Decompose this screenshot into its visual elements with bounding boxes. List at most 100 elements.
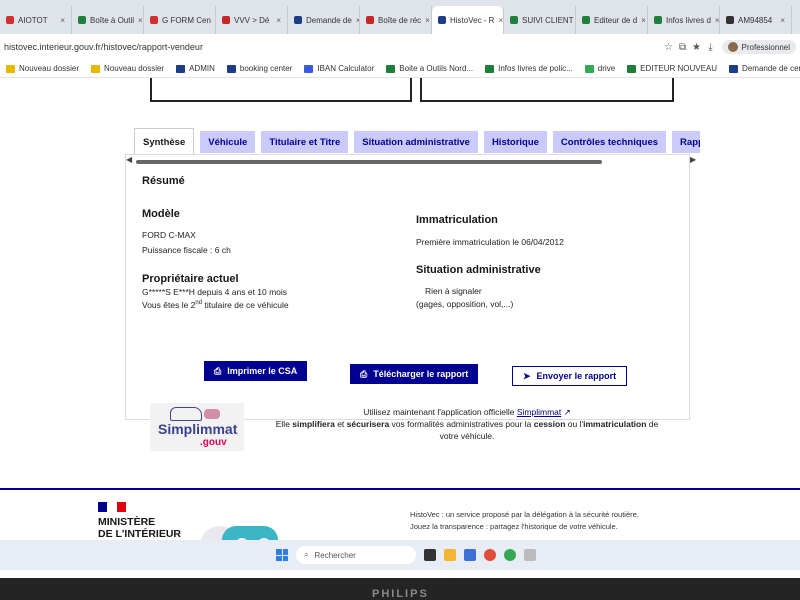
bookmark-icon: [6, 64, 15, 73]
close-tab-icon[interactable]: ×: [498, 16, 503, 25]
browser-tab[interactable]: SUIVI CLIENT×: [504, 6, 576, 34]
task-view-icon[interactable]: [424, 549, 436, 561]
address-bar: histovec.interieur.gouv.fr/histovec/rapp…: [0, 34, 800, 60]
scroll-right-icon[interactable]: ▶: [690, 155, 696, 164]
close-tab-icon[interactable]: ×: [276, 16, 281, 25]
simplimmat-link[interactable]: Simplimmat: [517, 407, 561, 417]
bookmark-icon: [584, 64, 594, 73]
download-report-button[interactable]: ⎙ Télécharger le rapport: [350, 364, 479, 384]
scroll-track[interactable]: [136, 160, 602, 164]
first-registration: Première immatriculation le 06/04/2012: [416, 237, 564, 247]
bookmark-label: Infos livres de polic...: [498, 64, 573, 73]
file-explorer-icon[interactable]: [444, 549, 456, 561]
admin-status-details: (gages, opposition, vol,...): [416, 299, 514, 309]
l2h: immatriculation: [583, 419, 647, 429]
windows-start-icon[interactable]: [276, 549, 288, 561]
bookmark-label: Demande de certific...: [742, 64, 800, 73]
chrome-icon[interactable]: [484, 549, 496, 561]
browser-tab[interactable]: VVV > Dé ×: [216, 6, 288, 34]
bookmark-item[interactable]: IBAN Calculator: [304, 64, 374, 73]
tabs-scrollbar[interactable]: ◀ ▶: [124, 155, 696, 166]
tab-favicon-icon: [582, 16, 590, 24]
top-box-right: [420, 78, 674, 102]
l2g: ou l': [565, 419, 584, 429]
close-tab-icon[interactable]: ×: [715, 16, 719, 25]
registration-heading: Immatriculation: [416, 214, 498, 226]
browser-tab[interactable]: Boîte de réc ×: [360, 6, 432, 34]
close-tab-icon[interactable]: ×: [425, 16, 430, 25]
bookmark-item[interactable]: Demande de certific...: [729, 64, 800, 73]
download-icon[interactable]: ⤓: [704, 42, 718, 53]
external-link-icon[interactable]: ↗: [564, 407, 571, 417]
bookmark-label: drive: [597, 64, 616, 73]
tab-favicon-icon: [6, 16, 14, 24]
browser-tab-label: SUIVI CLIENT: [522, 15, 574, 25]
bookmark-item[interactable]: Nouveau dossier: [6, 64, 79, 73]
browser-tab[interactable]: Boîte à Outil ×: [72, 6, 144, 34]
close-tab-icon[interactable]: ×: [780, 16, 785, 25]
url-field[interactable]: histovec.interieur.gouv.fr/histovec/rapp…: [4, 42, 662, 52]
simplimmat-logo[interactable]: Simplimmat .gouv: [150, 403, 244, 451]
bookmark-item[interactable]: Boite a Outils Nord...: [386, 64, 473, 73]
bookmark-item[interactable]: booking center: [226, 64, 292, 73]
l2a: Elle: [275, 419, 293, 429]
bookmark-icon: [386, 64, 396, 73]
marianne-flag-icon: [98, 502, 126, 512]
tab-favicon-icon: [150, 16, 158, 24]
avatar: [727, 42, 738, 52]
report-tab[interactable]: Historique: [483, 131, 547, 153]
l2e: vos formalités administratives pour la: [389, 419, 534, 429]
bookmark-label: Nouveau dossier: [19, 64, 80, 73]
browser-tab[interactable]: Infos livres d ×: [648, 6, 720, 34]
report-tab[interactable]: Rappels constructeur: [672, 131, 700, 153]
chrome-profile-icon[interactable]: [504, 549, 516, 561]
scroll-left-icon[interactable]: ◀: [126, 155, 132, 164]
browser-tab[interactable]: Demande de×: [288, 6, 360, 34]
star-icon[interactable]: ☆: [662, 42, 676, 53]
simplimmat-line1: Utilisez maintenant l'application offici…: [262, 406, 672, 418]
bookmark-item[interactable]: Nouveau dossier: [91, 64, 164, 73]
report-tab[interactable]: Véhicule: [200, 131, 256, 153]
bookmark-icon: [176, 64, 186, 73]
profile-button[interactable]: Professionnel: [721, 40, 796, 54]
bookmark-item[interactable]: Infos livres de polic...: [485, 64, 573, 73]
screen: AIOTOT×Boîte à Outil×G FORM Cen×VVV > Dé…: [0, 0, 800, 578]
simplimmat-logo-text: Simplimmat: [158, 421, 238, 437]
send-report-button[interactable]: ➤ Envoyer le rapport: [512, 366, 628, 386]
browser-tab[interactable]: Editeur de d ×: [576, 6, 648, 34]
report-tab[interactable]: Contrôles techniques: [552, 131, 667, 153]
favorites-icon[interactable]: ★: [690, 42, 704, 53]
bookmarks-bar: Nouveau dossier Nouveau dossier ADMIN booki…: [0, 60, 800, 78]
owner-rank-pre: Vous êtes le 2: [142, 300, 196, 310]
bookmark-item[interactable]: EDITEUR NOUVEAU: [627, 64, 717, 73]
print-csa-button[interactable]: ⎙ Imprimer le CSA: [204, 361, 308, 381]
summary-title: Résumé: [142, 175, 185, 187]
browser-tab-label: Demande de: [306, 15, 352, 25]
bookmark-label: EDITEUR NOUVEAU: [640, 64, 718, 73]
footer-line2: Jouez la transparence : partagez l'histo…: [410, 522, 618, 531]
browser-tab-bar: AIOTOT×Boîte à Outil×G FORM Cen×VVV > Dé…: [0, 0, 800, 34]
send-icon: ➤: [523, 370, 531, 381]
browser-tab[interactable]: AM94854 ×: [720, 6, 792, 34]
close-tab-icon[interactable]: ×: [641, 16, 646, 25]
browser-tab-label: G FORM Cen: [162, 15, 211, 25]
close-tab-icon[interactable]: ×: [138, 16, 143, 25]
l2d: sécurisera: [346, 419, 390, 429]
simplimmat-info: Utilisez maintenant l'application offici…: [262, 406, 672, 442]
outlook-icon[interactable]: [464, 549, 476, 561]
browser-tab[interactable]: HistoVec - R ×: [432, 6, 504, 34]
report-tab[interactable]: Synthèse: [134, 128, 195, 154]
report-tab[interactable]: Situation administrative: [354, 131, 478, 153]
bookmark-item[interactable]: ADMIN: [176, 64, 215, 73]
close-tab-icon[interactable]: ×: [60, 16, 65, 25]
app-icon[interactable]: [524, 549, 536, 561]
tab-favicon-icon: [78, 16, 86, 24]
browser-tab[interactable]: G FORM Cen×: [144, 6, 216, 34]
report-tab[interactable]: Titulaire et Titre: [261, 131, 349, 153]
bookmark-item[interactable]: drive: [584, 64, 616, 73]
taskbar-search[interactable]: ⌕ Rechercher: [296, 546, 416, 564]
footer-line1: HistoVec : un service proposé par la dél…: [410, 510, 639, 519]
browser-tab[interactable]: AIOTOT ×: [0, 6, 72, 34]
extensions-icon[interactable]: ⧉: [676, 42, 690, 53]
top-box-left: [150, 78, 412, 102]
